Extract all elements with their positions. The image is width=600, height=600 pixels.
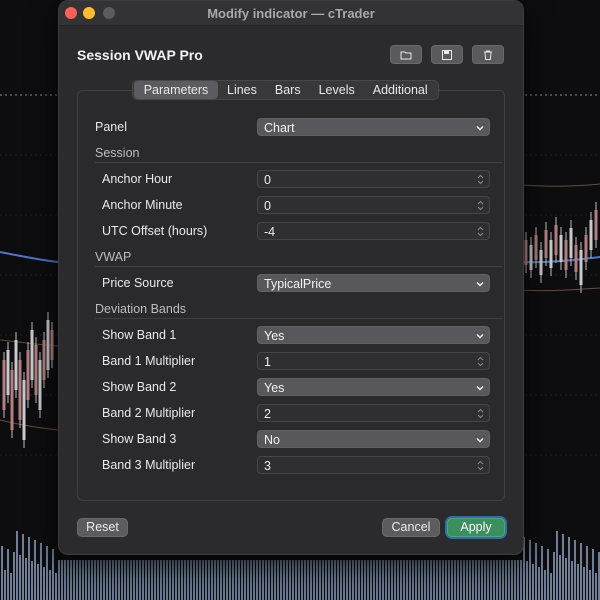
save-template-button[interactable] — [431, 45, 463, 64]
save-icon — [442, 49, 452, 60]
price-source-label: Price Source — [102, 276, 174, 290]
band-2-multiplier-value: 2 — [264, 407, 271, 421]
tab-parameters[interactable]: Parameters — [134, 81, 218, 99]
chevron-down-icon — [476, 334, 484, 339]
section-session-title: Session — [95, 146, 140, 160]
window-title: Modify indicator — cTrader — [207, 6, 375, 21]
delete-template-button[interactable] — [472, 45, 504, 64]
band-2-multiplier-label: Band 2 Multiplier — [102, 406, 196, 420]
stepper-arrows-icon[interactable] — [477, 408, 484, 419]
anchor-hour-value: 0 — [264, 173, 271, 187]
utc-offset-stepper[interactable]: -4 — [257, 222, 490, 240]
anchor-minute-label: Anchor Minute — [102, 198, 183, 212]
chevron-down-icon — [476, 282, 484, 287]
utc-offset-value: -4 — [264, 225, 276, 239]
stepper-arrows-icon[interactable] — [477, 200, 484, 211]
section-divider — [95, 266, 503, 267]
stepper-arrows-icon[interactable] — [477, 356, 484, 367]
band-3-multiplier-label: Band 3 Multiplier — [102, 458, 196, 472]
cancel-button[interactable]: Cancel — [382, 518, 440, 537]
show-band-3-value: No — [264, 433, 280, 447]
section-divider — [95, 318, 503, 319]
section-divider — [95, 162, 503, 163]
panel-select-value: Chart — [264, 121, 295, 135]
tab-bar: Parameters Lines Bars Levels Additional — [132, 80, 439, 100]
anchor-hour-label: Anchor Hour — [102, 172, 173, 186]
band-3-multiplier-stepper[interactable]: 3 — [257, 456, 490, 474]
tab-additional[interactable]: Additional — [364, 81, 437, 99]
utc-offset-label: UTC Offset (hours) — [102, 224, 208, 238]
chevron-down-icon — [476, 386, 484, 391]
show-band-1-value: Yes — [264, 329, 285, 343]
panel-select[interactable]: Chart — [257, 118, 490, 136]
folder-icon — [400, 51, 412, 59]
tab-lines[interactable]: Lines — [218, 81, 266, 99]
open-template-button[interactable] — [390, 45, 422, 64]
section-bands-title: Deviation Bands — [95, 302, 187, 316]
show-band-3-select[interactable]: No — [257, 430, 490, 448]
band-1-multiplier-value: 1 — [264, 355, 271, 369]
trash-icon — [484, 50, 492, 60]
modify-indicator-dialog: Modify indicator — cTrader Session VWAP … — [58, 0, 524, 555]
show-band-1-label: Show Band 1 — [102, 328, 177, 342]
band-1-multiplier-label: Band 1 Multiplier — [102, 354, 196, 368]
show-band-3-label: Show Band 3 — [102, 432, 177, 446]
section-vwap-title: VWAP — [95, 250, 132, 264]
anchor-minute-stepper[interactable]: 0 — [257, 196, 490, 214]
anchor-hour-stepper[interactable]: 0 — [257, 170, 490, 188]
stepper-arrows-icon[interactable] — [477, 226, 484, 237]
show-band-1-select[interactable]: Yes — [257, 326, 490, 344]
tab-bars[interactable]: Bars — [266, 81, 310, 99]
price-source-select[interactable]: TypicalPrice — [257, 274, 490, 292]
apply-button[interactable]: Apply — [447, 518, 505, 537]
tab-levels[interactable]: Levels — [310, 81, 364, 99]
band-2-multiplier-stepper[interactable]: 2 — [257, 404, 490, 422]
panel-label: Panel — [95, 120, 127, 134]
price-source-value: TypicalPrice — [264, 277, 332, 291]
chevron-down-icon — [476, 126, 484, 131]
reset-button[interactable]: Reset — [77, 518, 128, 537]
indicator-name: Session VWAP Pro — [77, 47, 203, 63]
band-3-multiplier-value: 3 — [264, 459, 271, 473]
stepper-arrows-icon[interactable] — [477, 174, 484, 185]
show-band-2-select[interactable]: Yes — [257, 378, 490, 396]
anchor-minute-value: 0 — [264, 199, 271, 213]
show-band-2-label: Show Band 2 — [102, 380, 177, 394]
chevron-down-icon — [476, 438, 484, 443]
band-1-multiplier-stepper[interactable]: 1 — [257, 352, 490, 370]
show-band-2-value: Yes — [264, 381, 285, 395]
title-bar[interactable]: Modify indicator — cTrader — [59, 1, 523, 26]
stepper-arrows-icon[interactable] — [477, 460, 484, 471]
